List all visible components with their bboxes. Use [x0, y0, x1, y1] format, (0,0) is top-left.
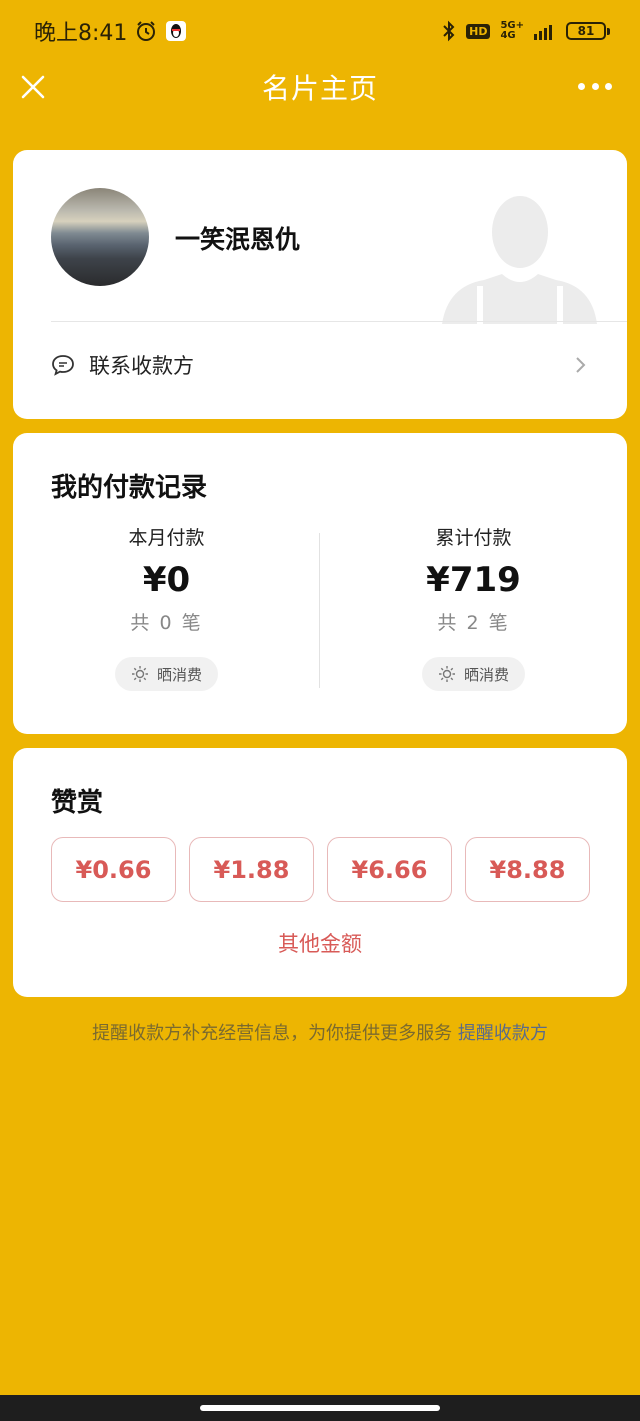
payment-records-card: 我的付款记录 本月付款 ¥0 共 0 笔 晒消费 累计付款 ¥719 共 2 笔…: [13, 433, 627, 734]
footer-note-text: 提醒收款方补充经营信息，为你提供更多服务: [92, 1023, 453, 1044]
other-amount-link[interactable]: 其他金额: [13, 928, 627, 958]
profile-card: 一笑泯恩仇 联系收款方: [13, 150, 627, 419]
home-indicator[interactable]: [200, 1405, 440, 1411]
sun-icon: [131, 665, 149, 683]
status-time: 晚上8:41: [34, 21, 128, 46]
payment-records-title: 我的付款记录: [51, 473, 208, 503]
tip-amount-row: ¥0.66 ¥1.88 ¥6.66 ¥8.88: [51, 837, 590, 902]
share-spending-label: 晒消费: [156, 665, 202, 684]
month-payment-amount: ¥0: [142, 560, 191, 600]
network-indicator: 5G+ 4G: [500, 21, 524, 41]
total-payment-count: 共 2 笔: [437, 612, 510, 634]
battery-icon: 81: [566, 22, 610, 40]
hd-badge: HD: [466, 23, 491, 39]
more-options-icon[interactable]: [578, 76, 612, 96]
sun-icon: [438, 665, 456, 683]
status-bar: 晚上8:41 HD 5G+ 4G 81: [0, 0, 640, 62]
close-icon[interactable]: [18, 72, 48, 102]
total-payment-label: 累计付款: [435, 527, 512, 549]
profile-name: 一笑泯恩仇: [175, 225, 301, 254]
status-left: 晚上8:41: [34, 15, 187, 47]
tip-amount-button[interactable]: ¥0.66: [51, 837, 176, 902]
signal-icon: [534, 22, 556, 40]
tip-card: 赞赏 ¥0.66 ¥1.88 ¥6.66 ¥8.88 其他金额: [13, 748, 627, 997]
footer-note: 提醒收款方补充经营信息，为你提供更多服务 提醒收款方: [80, 1020, 560, 1048]
status-right: HD 5G+ 4G 81: [442, 20, 610, 42]
tip-amount-button[interactable]: ¥6.66: [327, 837, 452, 902]
share-spending-label: 晒消费: [463, 665, 509, 684]
tip-title: 赞赏: [51, 788, 104, 818]
month-payment-label: 本月付款: [128, 527, 205, 549]
bluetooth-icon: [442, 20, 456, 42]
contact-payee-label: 联系收款方: [89, 354, 194, 378]
tip-amount-button[interactable]: ¥1.88: [189, 837, 314, 902]
month-payment-count: 共 0 笔: [130, 612, 203, 634]
profile-silhouette-icon: [442, 194, 597, 324]
tip-amount-button[interactable]: ¥8.88: [465, 837, 590, 902]
nav-bar: 名片主页: [0, 62, 640, 112]
contact-payee-row[interactable]: 联系收款方: [51, 340, 589, 390]
alarm-icon: [135, 20, 157, 42]
battery-level: 81: [577, 24, 595, 38]
qq-penguin-icon: [165, 20, 187, 42]
total-payment-stat: 累计付款 ¥719 共 2 笔 晒消费: [320, 523, 627, 691]
page-title: 名片主页: [261, 72, 378, 105]
chat-bubble-icon: [51, 354, 75, 376]
chevron-right-icon: [573, 354, 589, 376]
share-spending-button-month[interactable]: 晒消费: [114, 657, 218, 691]
month-payment-stat: 本月付款 ¥0 共 0 笔 晒消费: [13, 523, 320, 691]
avatar[interactable]: [51, 188, 149, 286]
share-spending-button-total[interactable]: 晒消费: [421, 657, 525, 691]
network-sub-label: 4G: [500, 30, 516, 41]
divider: [51, 321, 627, 322]
total-payment-amount: ¥719: [426, 560, 521, 600]
remind-payee-link[interactable]: 提醒收款方: [458, 1023, 548, 1044]
